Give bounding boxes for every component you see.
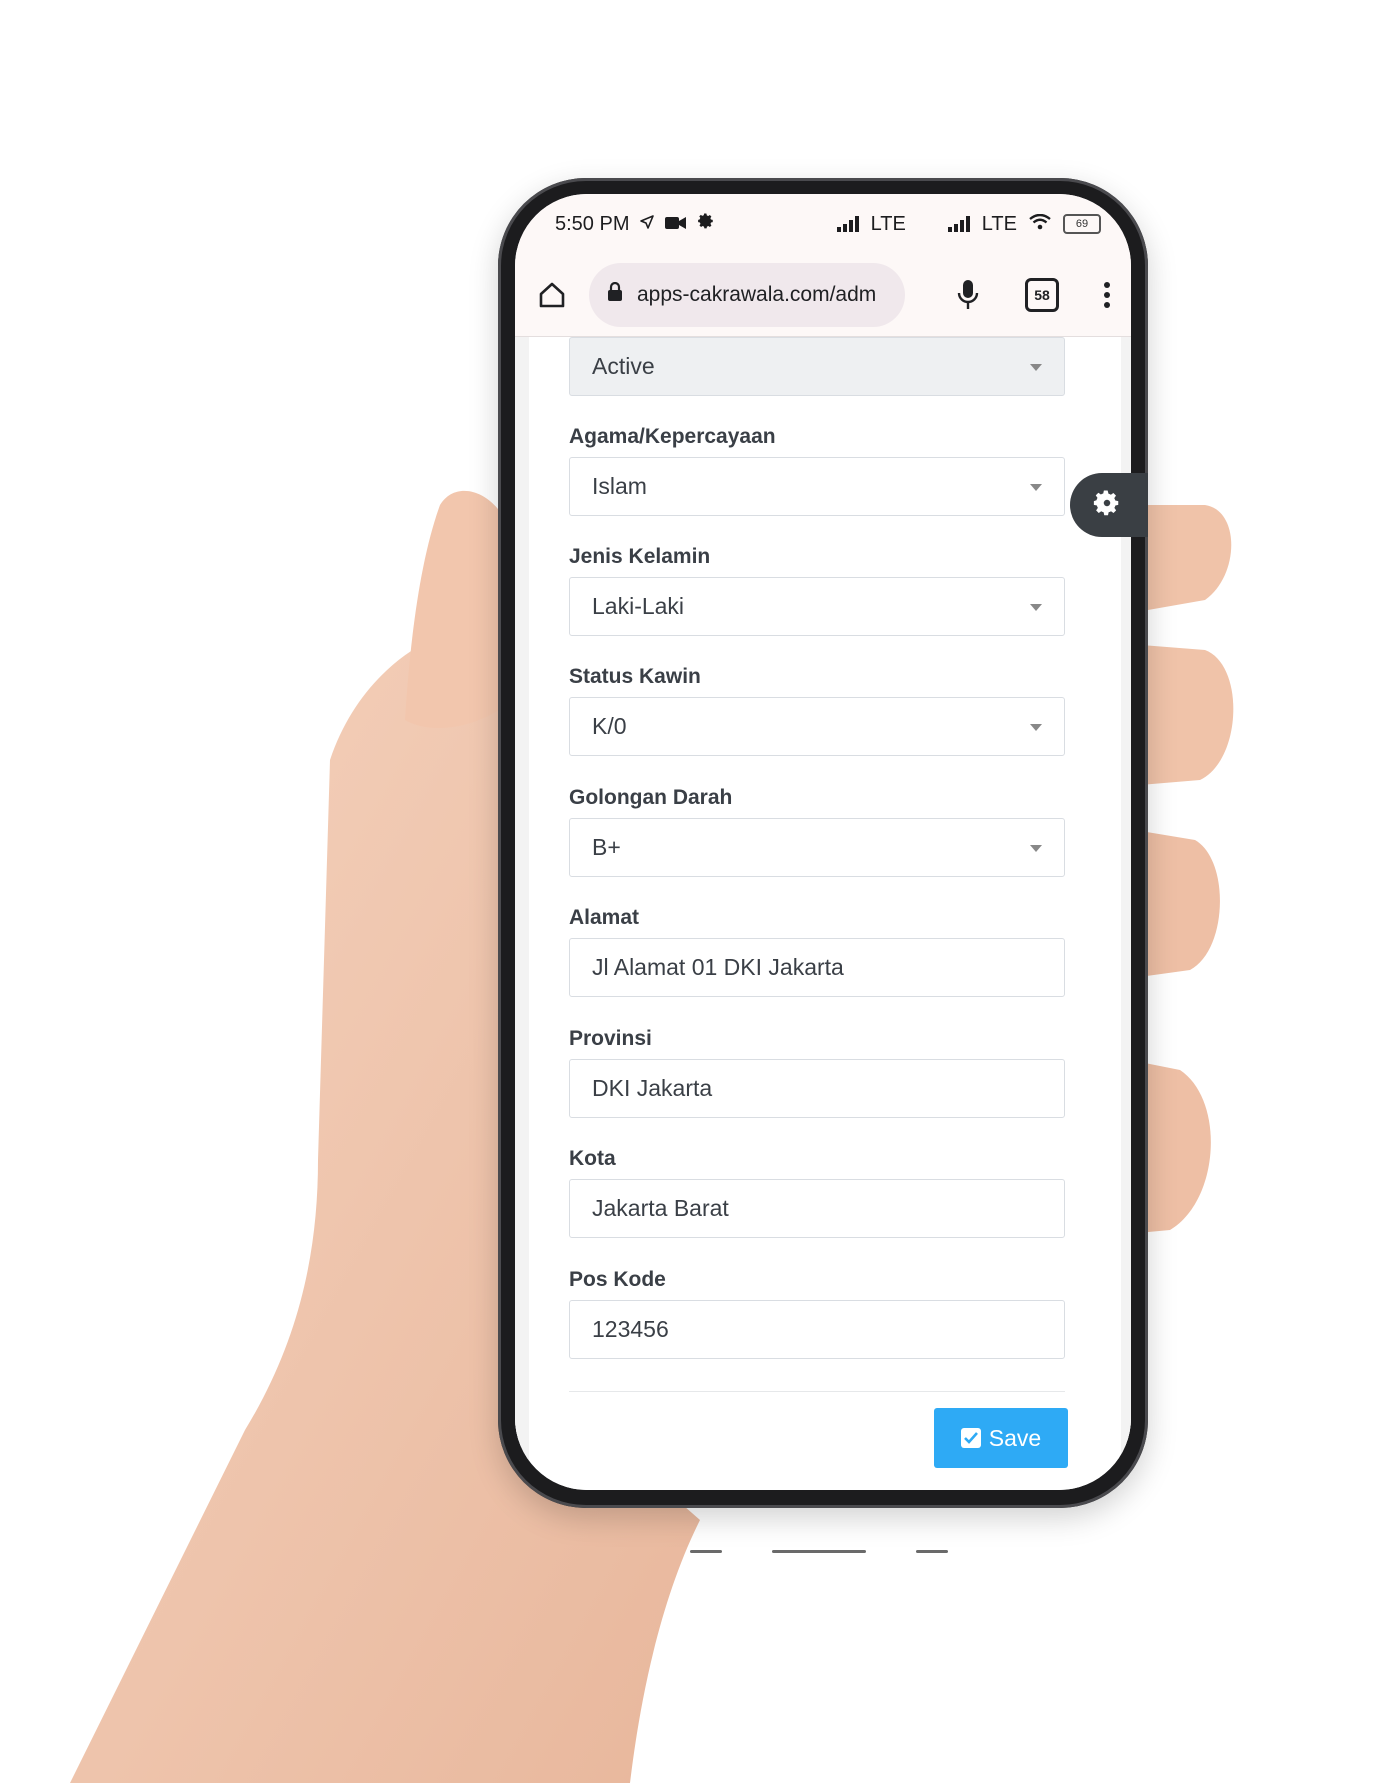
- url-text: apps-cakrawala.com/adm: [637, 283, 877, 306]
- city-value: Jakarta Barat: [592, 1195, 729, 1221]
- city-label: Kota: [569, 1147, 616, 1170]
- province-field: Provinsi DKI Jakarta: [569, 1025, 1065, 1118]
- wifi-icon: [1029, 213, 1051, 236]
- city-field: Kota Jakarta Barat: [569, 1145, 1065, 1238]
- status-field: Active: [569, 337, 1065, 396]
- marital-label: Status Kawin: [569, 665, 701, 688]
- lock-icon: [607, 281, 623, 308]
- sim2-network: LTE: [981, 212, 1017, 235]
- status-time: 5:50 PM: [555, 212, 630, 235]
- phone-frame: 5:50 PM LTE LTE 69 apps-cakrawala.com/ad…: [498, 178, 1148, 1508]
- postal-input[interactable]: 123456: [569, 1300, 1065, 1359]
- signal-icon: [947, 216, 970, 232]
- save-button[interactable]: Save: [934, 1408, 1068, 1468]
- address-field: Alamat Jl Alamat 01 DKI Jakarta: [569, 904, 1065, 997]
- nav-home-line[interactable]: [772, 1550, 866, 1553]
- nav-back-line[interactable]: [690, 1550, 722, 1553]
- gender-value: Laki-Laki: [592, 593, 685, 619]
- blood-value: B+: [592, 834, 621, 860]
- blood-label: Golongan Darah: [569, 786, 733, 809]
- province-label: Provinsi: [569, 1027, 652, 1050]
- postal-label: Pos Kode: [569, 1268, 666, 1291]
- address-bar[interactable]: apps-cakrawala.com/adm: [589, 263, 905, 327]
- address-value: Jl Alamat 01 DKI Jakarta: [592, 954, 844, 980]
- status-bar: 5:50 PM LTE LTE 69: [515, 194, 1131, 254]
- caret-down-icon: [1030, 364, 1042, 371]
- nav-recents-line[interactable]: [916, 1550, 948, 1553]
- caret-down-icon: [1030, 845, 1042, 852]
- province-value: DKI Jakarta: [592, 1075, 713, 1101]
- province-input[interactable]: DKI Jakarta: [569, 1059, 1065, 1118]
- stage: 5:50 PM LTE LTE 69 apps-cakrawala.com/ad…: [0, 0, 1400, 1783]
- religion-select[interactable]: Islam: [569, 457, 1065, 516]
- status-select[interactable]: Active: [569, 337, 1065, 396]
- religion-value: Islam: [592, 473, 647, 499]
- phone-screen: 5:50 PM LTE LTE 69 apps-cakrawala.com/ad…: [515, 194, 1131, 1490]
- marital-value: K/0: [592, 713, 627, 739]
- blood-field: Golongan Darah B+: [569, 784, 1065, 877]
- more-vert-icon[interactable]: [1103, 281, 1111, 309]
- microphone-icon[interactable]: [957, 279, 979, 311]
- save-label: Save: [988, 1424, 1042, 1451]
- battery-indicator: 69: [1063, 214, 1101, 234]
- address-input[interactable]: Jl Alamat 01 DKI Jakarta: [569, 938, 1065, 997]
- caret-down-icon: [1030, 484, 1042, 491]
- page-gutter-left: [515, 337, 529, 1490]
- settings-fab[interactable]: [1070, 473, 1148, 537]
- blood-select[interactable]: B+: [569, 818, 1065, 877]
- postal-value: 123456: [592, 1316, 669, 1342]
- gear-icon: [1092, 488, 1122, 523]
- location-arrow-icon: [639, 213, 655, 236]
- gender-label: Jenis Kelamin: [569, 545, 711, 568]
- video-camera-icon: [665, 213, 687, 236]
- gear-icon: [697, 212, 715, 236]
- tab-switcher-button[interactable]: 58: [1025, 278, 1059, 312]
- browser-toolbar: apps-cakrawala.com/adm 58: [515, 254, 1131, 337]
- caret-down-icon: [1030, 604, 1042, 611]
- religion-field: Agama/Kepercayaan Islam: [569, 423, 1065, 516]
- sim1-network: LTE: [870, 212, 906, 235]
- gender-field: Jenis Kelamin Laki-Laki: [569, 543, 1065, 636]
- status-value: Active: [592, 353, 655, 379]
- marital-select[interactable]: K/0: [569, 697, 1065, 756]
- address-label: Alamat: [569, 906, 640, 929]
- check-square-icon: [960, 1428, 981, 1448]
- signal-icon: [836, 216, 859, 232]
- home-icon[interactable]: [537, 280, 567, 310]
- caret-down-icon: [1030, 724, 1042, 731]
- marital-field: Status Kawin K/0: [569, 663, 1065, 756]
- form-divider: [569, 1391, 1065, 1392]
- gender-select[interactable]: Laki-Laki: [569, 577, 1065, 636]
- city-input[interactable]: Jakarta Barat: [569, 1179, 1065, 1238]
- religion-label: Agama/Kepercayaan: [569, 425, 776, 448]
- postal-field: Pos Kode 123456: [569, 1266, 1065, 1359]
- form-page: Active Agama/Kepercayaan Islam Jenis Kel…: [515, 337, 1131, 1490]
